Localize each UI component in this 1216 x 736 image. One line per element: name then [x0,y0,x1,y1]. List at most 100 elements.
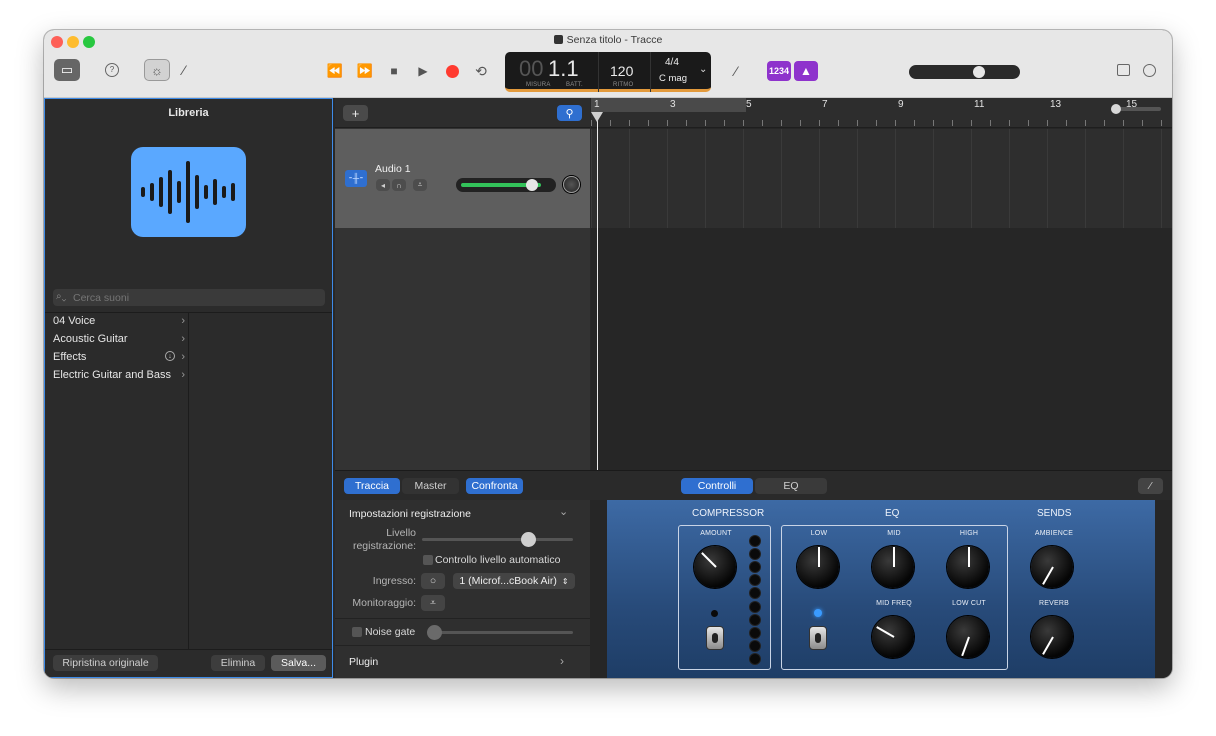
tuner-button[interactable]: ⁄ [724,60,748,82]
zoom-slider-thumb[interactable] [1111,104,1121,114]
input-monitor-icon: ⩡ [417,180,423,189]
rec-level-thumb[interactable] [521,532,536,547]
cycle-region[interactable] [591,98,746,112]
input-select[interactable]: 1 (Microf...cBook Air) ⇕ [453,573,575,589]
notepad-button[interactable] [1111,59,1135,81]
zoom-slider[interactable] [1111,104,1161,114]
count-in-label: 1234 [768,66,790,76]
editors-button[interactable]: ⁄ [172,59,196,81]
category-electric-guitar-and-bass[interactable]: Electric Guitar and Bass › [53,366,187,384]
noise-gate-checkbox[interactable] [352,627,362,637]
inspector-button[interactable]: ⁄ [1138,478,1163,494]
loops-button[interactable] [1137,59,1161,81]
low-cut-knob[interactable] [947,616,989,658]
solo-button[interactable]: ∩ [392,179,406,191]
tab-label: Master [414,480,447,492]
document-icon [553,35,563,44]
category-effects[interactable]: Effects ↓ › [53,348,187,366]
noise-gate-thumb[interactable] [427,625,442,640]
lcd-display[interactable]: 00 1.1 MISURA BATT. 120 RITMO 4/4 C mag … [505,52,711,92]
library-button[interactable]: ▭ [54,59,80,81]
category-04-voice[interactable]: 04 Voice › [53,312,187,330]
monitoring-button[interactable]: ⩡ [421,595,445,611]
playhead[interactable] [597,112,598,470]
download-icon[interactable]: ↓ [165,351,175,361]
chevron-down-icon[interactable]: ⌄ [559,505,568,518]
tab-track[interactable]: Traccia [344,478,400,494]
compare-label: Confronta [471,480,518,492]
auto-level-checkbox[interactable] [423,555,433,565]
knob-pointer [968,547,970,567]
library-icon: ▭ [60,62,74,77]
ruler-ticks [591,120,1172,126]
tuner-icon: ⁄ [734,63,738,79]
garageband-window: Senza titolo - Tracce ▭ ? ☼ ⁄ ⏪ ⏩ ■ ▶ ⟲ … [44,30,1172,678]
mid-freq-knob[interactable] [872,616,914,658]
high-knob[interactable] [947,546,989,588]
master-volume-thumb[interactable] [973,66,985,78]
playhead-handle[interactable] [591,112,603,122]
compressor-led [711,610,718,617]
tab-label: Controlli [697,480,737,492]
sends-title: SENDS [1037,508,1072,519]
amount-knob[interactable] [694,546,736,588]
lcd-divider [650,52,651,92]
track-lane[interactable] [591,129,1172,228]
category-acoustic-guitar[interactable]: Acoustic Guitar › [53,330,187,348]
input-format-button[interactable]: ○ [421,573,445,589]
master-volume-slider[interactable] [909,65,1020,79]
stop-button[interactable]: ■ [382,60,406,82]
cycle-button[interactable]: ⟲ [469,60,493,82]
record-button[interactable] [440,60,464,82]
mid-knob[interactable] [872,546,914,588]
mono-icon: ○ [429,575,437,587]
compressor-meter [749,536,761,664]
rewind-button[interactable]: ⏪ [323,60,347,82]
rec-level-slider[interactable] [422,532,573,547]
add-track-button[interactable]: + [343,105,368,121]
tab-eq[interactable]: EQ [755,478,827,494]
eq-toggle[interactable] [809,626,827,650]
library-search[interactable]: ⌕⌄ [53,289,325,306]
play-button[interactable]: ▶ [411,60,435,82]
save-button[interactable]: Salva... [271,655,326,671]
search-icon: ⌕⌄ [56,291,67,302]
low-cut-label: LOW CUT [952,600,986,607]
speaker-mute-icon: ◂ [380,180,385,190]
pencil-icon: ⁄ [1149,480,1152,492]
ruler-bar-label: 9 [898,99,904,110]
tab-master[interactable]: Master [402,478,459,494]
ambience-knob[interactable] [1031,546,1073,588]
low-knob[interactable] [797,546,839,588]
search-input[interactable] [73,289,313,306]
track-name[interactable]: Audio 1 [375,163,411,175]
compare-button[interactable]: Confronta [466,478,523,494]
plugin-label[interactable]: Plugin [349,656,378,668]
metronome-button[interactable]: ▲ [794,61,818,81]
noise-gate-slider[interactable] [427,625,573,640]
compressor-toggle[interactable] [706,626,724,650]
forward-button[interactable]: ⏩ [353,60,377,82]
noise-gate-label: Noise gate [365,626,416,638]
catch-playhead-button[interactable]: ⚲ [557,105,582,121]
meter-led [750,588,760,599]
help-button[interactable]: ? [100,59,124,81]
reverb-knob[interactable] [1031,616,1073,658]
chevron-right-icon[interactable]: › [560,654,564,668]
timeline[interactable]: 1 3 5 7 9 11 13 15 [591,98,1172,470]
chevron-down-icon[interactable]: ⌄ [699,64,707,75]
tab-controls[interactable]: Controlli [681,478,753,494]
pan-knob[interactable] [563,176,580,193]
mute-button[interactable]: ◂ [376,179,390,191]
rec-settings-title[interactable]: Impostazioni registrazione [349,508,471,520]
smart-controls-button[interactable]: ☼ [144,59,170,81]
track-volume-thumb[interactable] [526,179,538,191]
track-row[interactable]: ⁃╫⁃ Audio 1 ◂ ∩ ⩡ [335,129,590,228]
ruler[interactable]: 1 3 5 7 9 11 13 15 [591,98,1172,128]
input-monitor-button[interactable]: ⩡ [413,179,427,191]
revert-button[interactable]: Ripristina originale [53,655,158,671]
count-in-button[interactable]: 1234 [767,61,791,81]
monitoring-label: Monitoraggio: [352,597,416,609]
delete-button[interactable]: Elimina [211,655,265,671]
track-volume-slider[interactable] [456,178,556,192]
